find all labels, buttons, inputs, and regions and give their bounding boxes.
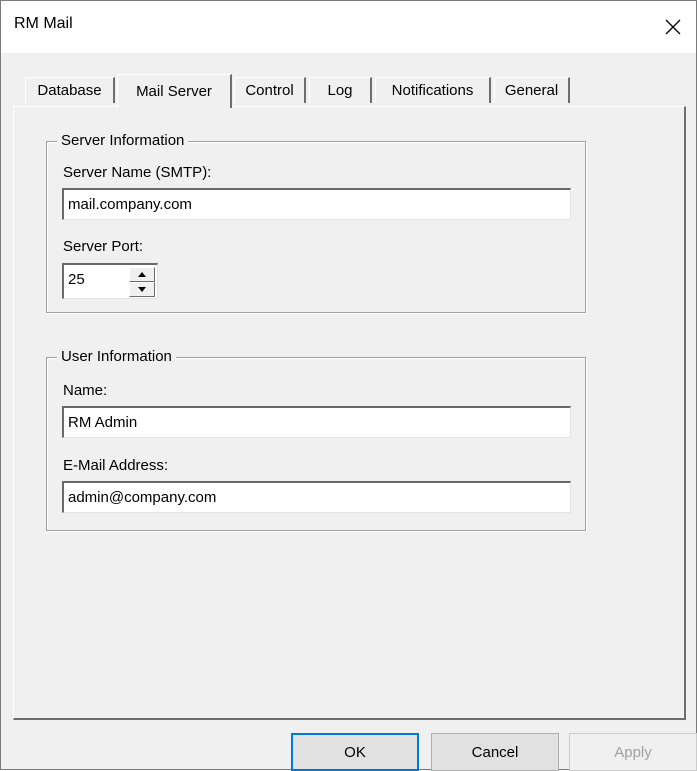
- tab-mail-server[interactable]: Mail Server: [117, 74, 232, 108]
- tab-label: General: [504, 82, 559, 99]
- tab-database[interactable]: Database: [25, 77, 115, 103]
- tab-log[interactable]: Log: [309, 77, 372, 103]
- tab-label: Mail Server: [136, 83, 212, 100]
- tab-label: Log: [327, 82, 353, 99]
- spin-down-button[interactable]: [129, 282, 155, 297]
- server-name-input[interactable]: [62, 188, 571, 220]
- apply-button-label: Apply: [614, 743, 652, 761]
- tab-general[interactable]: General: [494, 77, 570, 103]
- user-name-input[interactable]: [62, 406, 571, 438]
- close-icon: [665, 19, 681, 35]
- ok-button-label: OK: [344, 743, 366, 761]
- user-information-legend: User Information: [57, 348, 176, 365]
- server-port-label: Server Port:: [63, 238, 144, 255]
- tab-label: Notifications: [391, 82, 474, 99]
- arrow-down-icon: [138, 287, 146, 292]
- server-name-label: Server Name (SMTP):: [63, 164, 212, 181]
- server-port-input[interactable]: [66, 270, 126, 289]
- email-input[interactable]: [62, 481, 571, 513]
- apply-button[interactable]: Apply: [569, 733, 697, 771]
- arrow-up-icon: [138, 272, 146, 277]
- settings-dialog: RM Mail Database Mail Server Control Log…: [0, 0, 697, 771]
- tab-notifications[interactable]: Notifications: [375, 77, 491, 103]
- server-information-legend: Server Information: [57, 132, 189, 149]
- window-title: RM Mail: [14, 15, 73, 32]
- cancel-button[interactable]: Cancel: [431, 733, 559, 771]
- tab-label: Control: [245, 82, 294, 99]
- close-button[interactable]: [650, 1, 696, 53]
- spin-up-button[interactable]: [129, 267, 155, 282]
- email-label: E-Mail Address:: [63, 457, 169, 474]
- tab-control[interactable]: Control: [234, 77, 306, 103]
- tab-label: Database: [37, 82, 102, 99]
- server-port-spinner[interactable]: [62, 263, 158, 299]
- title-bar: RM Mail: [1, 1, 696, 53]
- ok-button[interactable]: OK: [291, 733, 419, 771]
- spin-buttons: [129, 267, 155, 297]
- cancel-button-label: Cancel: [471, 743, 519, 761]
- user-name-label: Name:: [63, 382, 108, 399]
